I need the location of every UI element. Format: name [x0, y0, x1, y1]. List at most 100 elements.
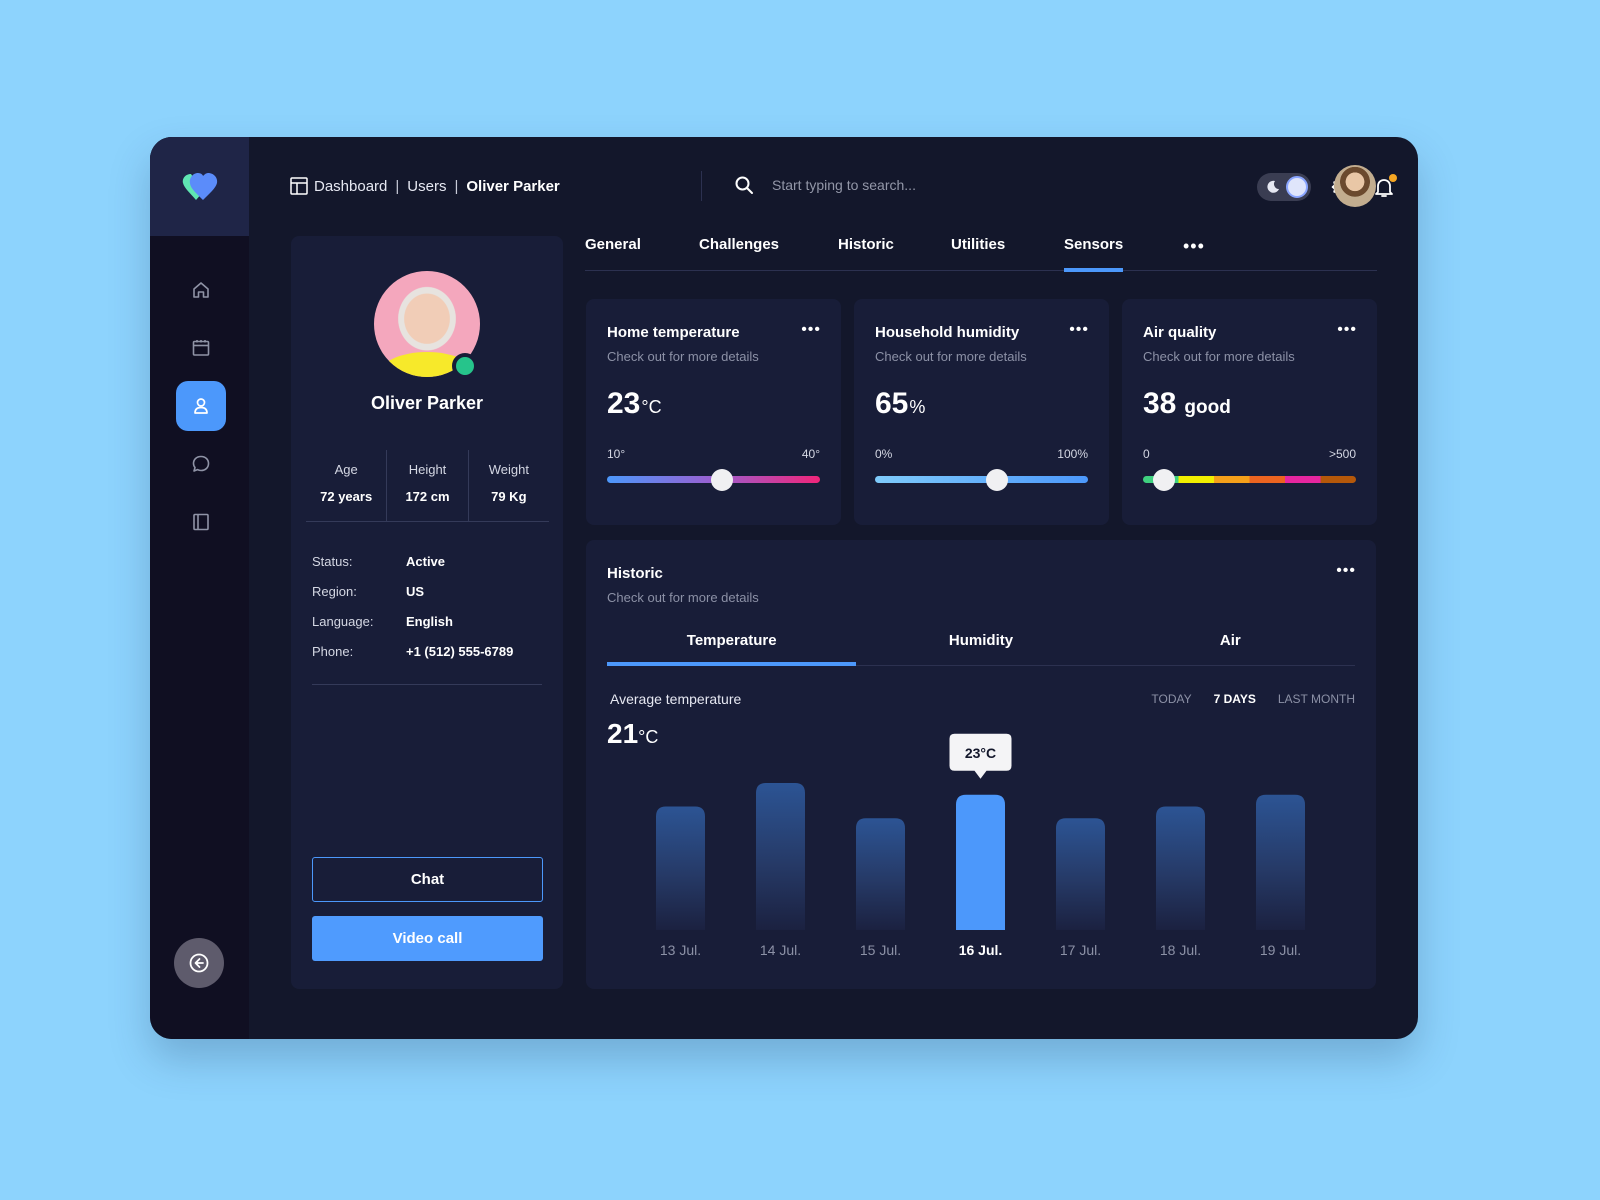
theme-toggle[interactable]: [1257, 173, 1311, 201]
arrow-left-circle-icon: [189, 953, 209, 973]
range-max: >500: [1328, 447, 1356, 461]
value-unit: °C: [641, 397, 662, 417]
tab-challenges[interactable]: Challenges: [699, 236, 779, 271]
humidity-slider-thumb[interactable]: [986, 469, 1009, 491]
slider-range: 0% 100%: [875, 447, 1088, 461]
card-value: 38 good: [1143, 387, 1231, 421]
notification-badge: [1389, 174, 1397, 182]
profile-name: Oliver Parker: [370, 393, 484, 413]
sidebar: [150, 137, 249, 1039]
video-call-button[interactable]: Video call: [312, 916, 543, 961]
card-subtitle: Check out for more details: [875, 349, 1027, 364]
collapse-back-button[interactable]: [174, 938, 224, 988]
value-number: 23: [607, 387, 641, 420]
stat-weight: Weight 79 Kg: [469, 450, 549, 521]
air-quality-slider-thumb[interactable]: [1153, 469, 1176, 491]
tab-sensors[interactable]: Sensors: [1064, 236, 1123, 272]
profile-info: Status: Active Region: US Language: English…: [312, 546, 542, 685]
sidebar-item-messages[interactable]: [176, 439, 226, 489]
bar-15jul[interactable]: [856, 818, 905, 930]
tab-historic[interactable]: Historic: [838, 236, 894, 271]
card-air-quality: Air quality ••• Check out for more detai…: [1122, 299, 1377, 525]
tab-utilities[interactable]: Utilities: [951, 236, 1005, 271]
chat-icon: [192, 455, 210, 472]
x-tick-label: 13 Jul.: [660, 942, 701, 958]
tab-general[interactable]: General: [585, 236, 641, 271]
user-avatar[interactable]: [1334, 165, 1376, 207]
chat-button[interactable]: Chat: [312, 857, 543, 902]
more-options-icon[interactable]: •••: [1337, 321, 1357, 339]
profile-stats: Age 72 years Height 172 cm Weight 79 Kg: [306, 450, 549, 522]
slider-range: 10° 40°: [607, 447, 820, 461]
user-icon: [194, 398, 208, 414]
stat-label: Age: [334, 462, 358, 477]
bar-16jul[interactable]: [956, 794, 1005, 930]
breadcrumb-dashboard[interactable]: Dashboard: [314, 178, 387, 195]
home-icon: [193, 282, 209, 298]
x-tick-label: 15 Jul.: [860, 942, 901, 958]
info-key: Status:: [312, 553, 353, 569]
bar-13jul[interactable]: [656, 806, 705, 930]
more-options-icon[interactable]: •••: [1069, 321, 1089, 339]
bar-18jul[interactable]: [1156, 806, 1205, 930]
logo[interactable]: [150, 137, 249, 236]
info-row-phone: Phone: +1 (512) 555-6789: [312, 636, 542, 666]
info-key: Region:: [312, 583, 357, 599]
info-row-status: Status: Active: [312, 546, 542, 576]
range-min: 0: [1143, 447, 1150, 461]
stat-value: 172 cm: [405, 489, 450, 504]
sidebar-item-users[interactable]: [176, 381, 226, 431]
breadcrumb-users[interactable]: Users: [407, 178, 446, 195]
search-icon[interactable]: [734, 175, 754, 195]
stat-height: Height 172 cm: [387, 450, 469, 521]
chart-tooltip-label: 23°C: [965, 745, 996, 761]
profile-panel: Oliver Parker Age 72 years Height 172 cm…: [291, 236, 563, 989]
tabs-more-icon[interactable]: •••: [1183, 236, 1205, 257]
online-status-dot: [452, 353, 478, 379]
more-options-icon[interactable]: •••: [801, 321, 821, 339]
card-title: Home temperature: [607, 324, 740, 341]
range-max: 100%: [1057, 447, 1088, 461]
info-key: Phone:: [312, 643, 354, 659]
x-tick-label: 18 Jul.: [1160, 942, 1201, 958]
layout-icon: [290, 177, 308, 195]
breadcrumb: Dashboard | Users | Oliver Parker: [290, 177, 560, 195]
breadcrumb-current: Oliver Parker: [466, 177, 560, 195]
x-tick-label: 19 Jul.: [1260, 942, 1301, 958]
x-tick-label: 17 Jul.: [1060, 942, 1101, 958]
card-title: Air quality: [1143, 324, 1217, 341]
temperature-bar-chart: 13 Jul. 14 Jul. 15 Jul. 16 Jul. 23°C 17 Jul. 1…: [656, 733, 1305, 958]
sidebar-item-calendar[interactable]: [176, 323, 226, 373]
x-tick-label: 16 Jul.: [959, 942, 1003, 958]
card-home-temperature: Home temperature ••• Check out for more …: [586, 299, 841, 525]
range-min: 10°: [607, 447, 626, 461]
sidebar-item-home[interactable]: [176, 265, 226, 315]
heart-logo-icon: [182, 172, 217, 200]
bar-19jul[interactable]: [1256, 794, 1305, 930]
card-value: 65%: [875, 387, 925, 421]
search-bar: [734, 175, 1032, 195]
bar-17jul[interactable]: [1056, 818, 1105, 930]
info-key: Language:: [312, 613, 374, 629]
sidebar-item-book[interactable]: [176, 497, 226, 547]
divider: [701, 171, 702, 201]
search-input[interactable]: [772, 177, 1032, 193]
historic-panel: Historic Check out for more details ••• …: [586, 540, 1376, 989]
stat-label: Height: [408, 462, 447, 477]
range-max: 40°: [801, 447, 820, 461]
breadcrumb-separator: |: [454, 177, 459, 195]
info-row-language: Language: English: [312, 606, 542, 636]
toggle-knob: [1286, 176, 1308, 198]
info-value: Active: [406, 553, 446, 569]
info-value: US: [406, 583, 425, 599]
info-row-region: Region: US: [312, 576, 542, 606]
bar-14jul[interactable]: [756, 783, 805, 930]
range-min: 0%: [875, 447, 893, 461]
x-tick-label: 14 Jul.: [760, 942, 801, 958]
card-household-humidity: Household humidity ••• Check out for mor…: [854, 299, 1109, 525]
temperature-slider-thumb[interactable]: [711, 469, 734, 491]
calendar-icon: [192, 340, 210, 356]
info-value: +1 (512) 555-6789: [406, 643, 514, 659]
humidity-slider-track[interactable]: [875, 476, 1088, 483]
book-icon: [193, 513, 209, 531]
